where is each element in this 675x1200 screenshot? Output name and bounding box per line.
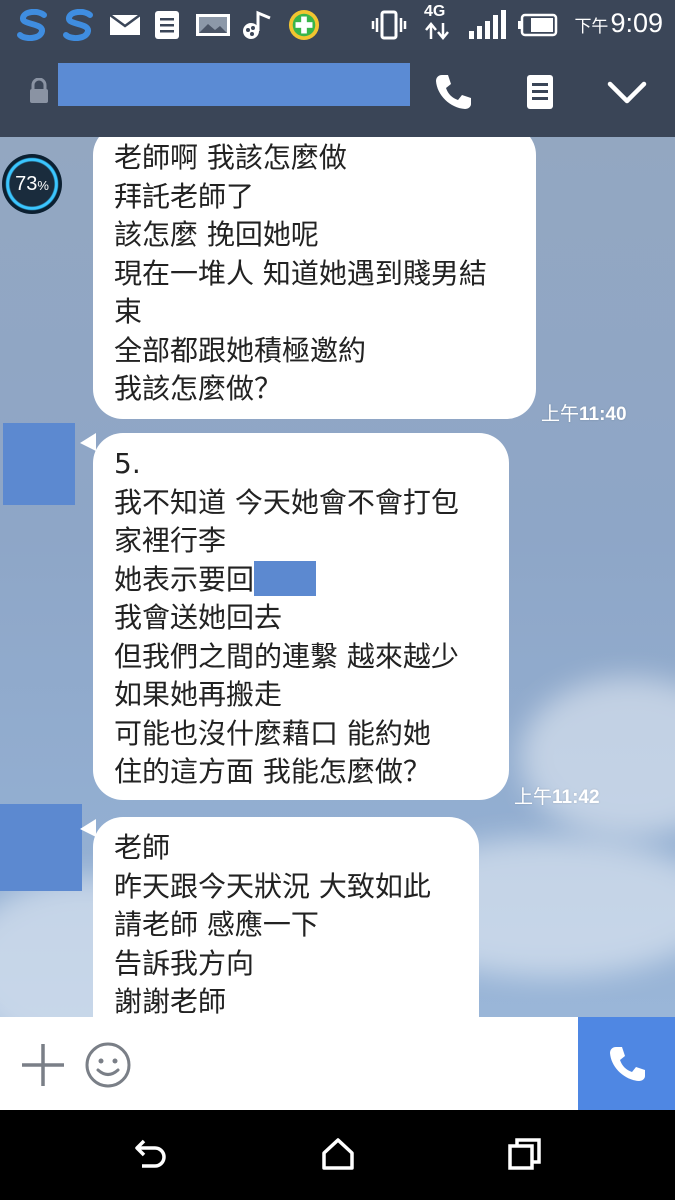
document-icon <box>155 11 179 39</box>
chat-title <box>58 63 410 106</box>
chat-area[interactable]: 73% 老師啊 我該怎麼做 拜託老師了 該怎麼 挽回她呢 現在一堆人 知道她遇到… <box>0 137 675 1017</box>
vibrate-icon <box>371 10 407 40</box>
emoji-icon[interactable] <box>83 1040 133 1090</box>
message-line: 如果她再搬走 <box>114 678 283 711</box>
sender-avatar[interactable] <box>3 423 75 505</box>
message-timestamp: 上午11:42 <box>514 782 600 809</box>
voice-call-button[interactable] <box>578 1017 675 1110</box>
message-bubble[interactable]: 老師啊 我該怎麼做 拜託老師了 該怎麼 挽回她呢 現在一堆人 知道她遇到賤男結 … <box>93 137 536 419</box>
message-line: 現在一堆人 知道她遇到賤男結 <box>114 256 487 290</box>
input-bar <box>0 1017 675 1110</box>
message-line: 昨天跟今天狀況 大致如此 <box>114 869 431 903</box>
message-line: 我會送她回去 <box>114 601 283 634</box>
image-icon <box>196 14 230 36</box>
data-arrows-icon <box>425 22 449 40</box>
game-icon <box>288 9 320 41</box>
bubble-tail <box>80 819 96 837</box>
battery-overlay-value: 73 <box>15 173 38 195</box>
redaction-block <box>254 560 317 596</box>
s-app-icon <box>17 9 47 41</box>
navigation-bar <box>0 1110 675 1200</box>
message-line: 家裡行李 <box>114 524 227 557</box>
timestamp-time: 11:42 <box>552 787 600 808</box>
music-icon <box>243 10 271 39</box>
message-line: 但我們之間的連繫 越來越少 <box>114 639 459 673</box>
message-line: 我不知道 今天她會不會打包 <box>114 485 459 519</box>
message-line: 老師啊 我該怎麼做 <box>114 141 347 174</box>
bubble-tail <box>80 433 96 451</box>
message-line: 謝謝老師 <box>114 985 227 1017</box>
message-line: 請老師 感應一下 <box>114 908 319 941</box>
timestamp-time: 11:40 <box>579 404 627 425</box>
battery-overlay-percent-sign: % <box>37 178 49 193</box>
timestamp-period: 上午 <box>541 404 580 425</box>
message-text: 她表示要回 <box>114 562 255 596</box>
message-line: 拜託老師了 <box>114 179 255 213</box>
message-line: 該怎麼 挽回她呢 <box>114 218 319 251</box>
message-timestamp: 上午11:40 <box>541 399 627 426</box>
message-line: 5. <box>114 447 141 480</box>
message-line: 我該怎麼做？ <box>114 372 283 405</box>
signal-icon <box>469 10 506 39</box>
lock-icon <box>30 78 48 103</box>
s-app-icon <box>63 9 93 41</box>
chat-header <box>0 50 675 137</box>
network-label: 4G <box>424 3 446 20</box>
message-bubble[interactable]: 5. 我不知道 今天她會不會打包 家裡行李 她表示要回 我會送她回去 但我們之間… <box>93 433 509 800</box>
phone-icon[interactable] <box>433 72 473 112</box>
background-cloud <box>520 677 675 837</box>
message-line: 束 <box>114 295 143 328</box>
back-icon[interactable] <box>133 1136 169 1172</box>
status-bar: 4G 下午9:09 <box>0 0 675 50</box>
message-bubble[interactable]: 老師 昨天跟今天狀況 大致如此 請老師 感應一下 告訴我方向 謝謝老師 <box>93 817 479 1017</box>
battery-icon <box>518 13 558 37</box>
message-line: 可能也沒什麼藉口 能約她 <box>114 716 431 750</box>
home-icon[interactable] <box>320 1136 356 1172</box>
phone-icon <box>610 1047 645 1081</box>
clock: 下午9:09 <box>574 8 663 39</box>
timestamp-period: 上午 <box>514 787 553 808</box>
recents-icon[interactable] <box>506 1136 544 1172</box>
message-line: 老師 <box>114 831 171 864</box>
clock-time: 9:09 <box>610 8 663 38</box>
clock-period: 下午 <box>574 17 609 36</box>
message-line: 她表示要回 <box>114 560 487 600</box>
message-line: 告訴我方向 <box>114 946 255 980</box>
mail-icon <box>109 13 141 35</box>
sender-avatar[interactable] <box>0 804 82 891</box>
plus-icon[interactable] <box>20 1042 66 1088</box>
network-type: 4G <box>424 3 450 41</box>
chevron-down-icon[interactable] <box>606 80 648 106</box>
message-line: 住的這方面 我能怎麼做？ <box>114 755 431 788</box>
message-line: 全部都跟她積極邀約 <box>114 333 367 367</box>
notes-icon[interactable] <box>524 72 556 112</box>
battery-overlay-widget[interactable]: 73% <box>2 154 62 214</box>
